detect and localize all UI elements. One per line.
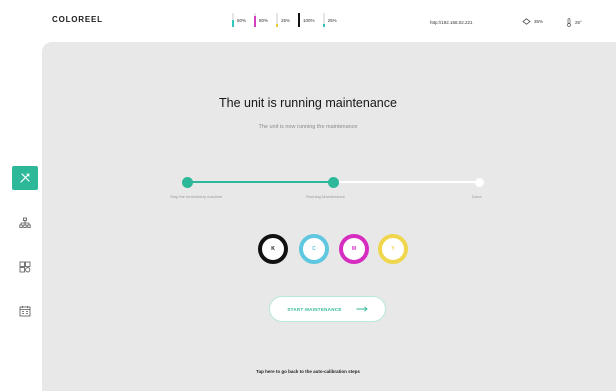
device-url: http://192.168.02.221 <box>430 20 473 25</box>
progress-fill <box>188 181 334 183</box>
page-subtitle: The unit is now running the maintenance <box>258 124 358 130</box>
ink-levels: 50% 80% 25% 100% 25% <box>232 13 345 27</box>
start-maintenance-button[interactable]: START MAINTENANCE <box>269 296 386 322</box>
ink-level-value: 50% <box>237 17 247 23</box>
ink-level-value: 25% <box>327 17 337 23</box>
sidebar-item-tools[interactable] <box>12 166 38 190</box>
cartridge-m: M <box>339 234 369 264</box>
start-maintenance-label: START MAINTENANCE <box>287 306 342 312</box>
main-panel <box>42 42 616 391</box>
ink-level-3: 25% <box>276 13 290 27</box>
ink-level-fill <box>276 23 279 27</box>
tools-icon <box>20 173 30 183</box>
step-dot-1 <box>182 177 193 188</box>
cartridge-k: K <box>258 234 288 264</box>
back-to-calibration-link[interactable]: Tap here to go back to the auto-calibrat… <box>0 369 616 374</box>
brand-logo: COLOREEL <box>52 15 103 24</box>
thermometer-icon <box>567 18 571 27</box>
ink-level-bar <box>298 13 301 27</box>
ink-level-fill <box>232 20 234 27</box>
step-dot-3 <box>475 178 484 187</box>
ink-level-value: 25% <box>281 17 291 23</box>
ink-level-fill <box>322 23 325 27</box>
ink-level-1: 50% <box>232 13 246 27</box>
modules-icon <box>19 261 31 273</box>
ink-level-value: 80% <box>259 17 269 23</box>
calendar-icon <box>19 306 31 317</box>
network-icon <box>19 217 31 228</box>
ink-level-bar <box>232 13 234 27</box>
page-title: The unit is running maintenance <box>219 96 397 110</box>
ink-level-bar <box>322 13 325 27</box>
humidity-stat: 35% <box>522 18 543 25</box>
top-bar: COLOREEL 50% 80% 25% 100% 25% http://192… <box>0 0 616 42</box>
humidity-value: 35% <box>534 19 544 24</box>
temperature-stat: 25° <box>566 18 582 27</box>
ink-level-fill <box>298 13 301 27</box>
ink-level-bar <box>254 13 257 27</box>
step-label-3: Done <box>472 194 482 199</box>
arrow-right-icon <box>356 306 368 312</box>
sidebar-item-network[interactable] <box>12 211 38 235</box>
ink-level-bar <box>276 13 279 27</box>
ink-level-2: 80% <box>254 13 268 27</box>
ink-level-value: 100% <box>303 17 315 23</box>
ink-level-4: 100% <box>298 13 315 27</box>
temperature-value: 25° <box>575 20 582 25</box>
ink-level-fill <box>254 15 257 27</box>
sidebar-item-modules[interactable] <box>12 255 38 279</box>
humidity-icon <box>522 18 531 25</box>
step-label-2: Running Maintenance <box>306 194 345 199</box>
cartridge-y: Y <box>378 234 408 264</box>
step-dot-2 <box>328 177 339 188</box>
ink-level-5: 25% <box>322 13 337 27</box>
cartridge-c: C <box>299 234 329 264</box>
sidebar-item-calendar[interactable] <box>12 299 38 323</box>
step-label-1: Stop the embroidery machine <box>170 194 223 199</box>
